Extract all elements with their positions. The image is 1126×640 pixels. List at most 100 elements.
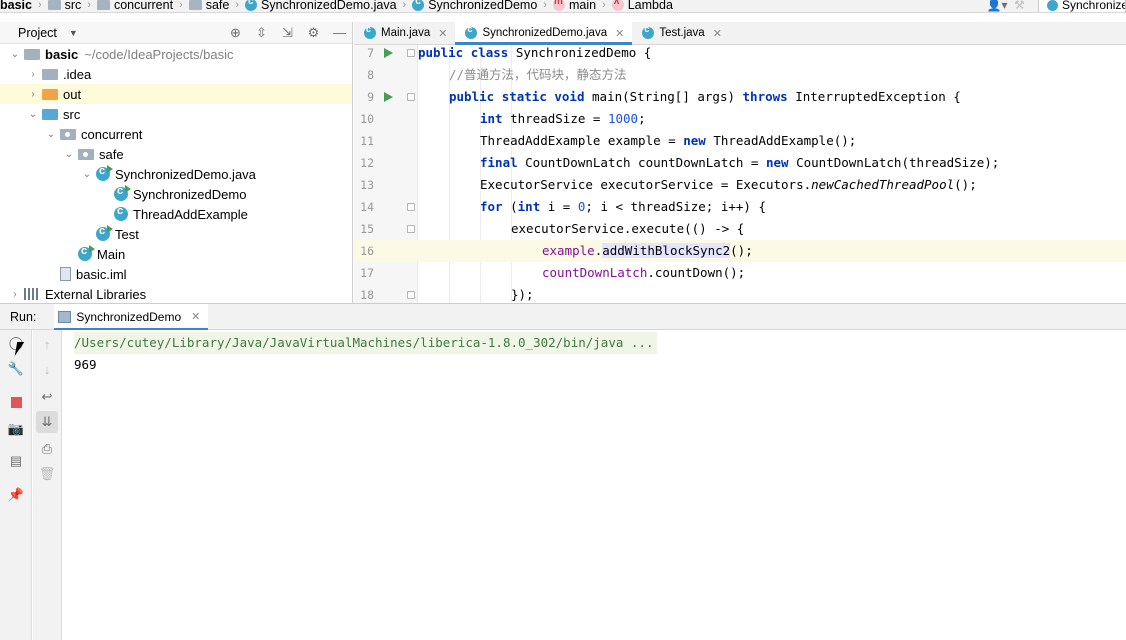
project-view-selector[interactable]: Project <box>18 26 57 40</box>
chevron-right-icon[interactable]: › <box>26 89 40 100</box>
soft-wrap-icon[interactable]: ↩ <box>36 386 58 408</box>
editor-tab-label: Main.java <box>381 27 431 39</box>
code-text: int threadSize = 1000; <box>418 108 646 130</box>
close-icon[interactable]: ✕ <box>191 310 200 323</box>
fold-marker-icon[interactable] <box>407 49 415 57</box>
breadcrumb-label: Lambda <box>627 0 673 12</box>
tree-item[interactable]: ⌄ SynchronizedDemo.java <box>0 164 352 184</box>
chevron-down-icon[interactable]: ⌄ <box>8 49 22 60</box>
code-editor[interactable]: 7 public class SynchronizedDemo {8 //普通方法，… <box>354 45 1126 303</box>
down-arrow-icon[interactable]: ↓ <box>36 359 58 381</box>
close-icon[interactable]: ✕ <box>615 27 624 40</box>
tree-item[interactable]: ⌄ src <box>0 104 352 124</box>
code-line[interactable]: 12 final CountDownLatch countDownLatch = … <box>354 152 1126 174</box>
line-number: 9 <box>367 90 374 104</box>
fold-marker-icon[interactable] <box>407 203 415 211</box>
run-configuration-selector[interactable]: SynchronizedDemo <box>1038 0 1126 12</box>
fold-marker-icon[interactable] <box>407 291 415 299</box>
code-line[interactable]: 7 public class SynchronizedDemo { <box>354 45 1126 64</box>
close-icon[interactable]: ✕ <box>713 27 722 40</box>
expand-all-icon[interactable]: ⇳ <box>253 25 270 41</box>
tree-item[interactable]: ⌄ concurrent <box>0 124 352 144</box>
tree-item[interactable]: › .idea <box>0 64 352 84</box>
trash-icon[interactable]: 🗑 <box>36 463 58 485</box>
editor-tab[interactable]: SynchronizedDemo.java ✕ <box>455 22 633 45</box>
line-number: 11 <box>360 134 374 148</box>
code-line[interactable]: 8 //普通方法，代码块，静态方法 <box>354 64 1126 86</box>
fold-marker-icon[interactable] <box>407 93 415 101</box>
code-token: new <box>765 155 797 170</box>
run-tab[interactable]: SynchronizedDemo ✕ <box>54 303 209 331</box>
build-hammer-icon[interactable]: ⚒ <box>1014 0 1032 12</box>
breadcrumb-item[interactable]: SynchronizedDemo › <box>412 0 553 12</box>
fold-marker-icon[interactable] <box>407 225 415 233</box>
code-line[interactable]: 11 ThreadAddExample example = new ThreadA… <box>354 130 1126 152</box>
scroll-to-end-icon[interactable]: ⇊ <box>36 411 58 433</box>
runnable-class-icon <box>96 165 113 181</box>
breadcrumb-item[interactable]: SynchronizedDemo.java › <box>245 0 412 12</box>
tree-item[interactable]: ⌄ basic ~/code/IdeaProjects/basic <box>0 44 352 64</box>
chevron-down-icon[interactable]: ⌄ <box>62 149 76 160</box>
code-line[interactable]: 9 public static void main(String[] args) … <box>354 86 1126 108</box>
tree-item[interactable]: SynchronizedDemo <box>0 184 352 204</box>
tree-item[interactable]: ⌄ safe <box>0 144 352 164</box>
tree-item[interactable]: Main <box>0 244 352 264</box>
line-number: 10 <box>360 112 374 126</box>
tree-item[interactable]: basic.iml <box>0 264 352 284</box>
chevron-down-icon[interactable]: ⌄ <box>26 109 40 120</box>
tree-item[interactable]: Test <box>0 224 352 244</box>
layout-icon[interactable]: ▤ <box>5 450 27 472</box>
class-icon <box>465 24 478 39</box>
stop-icon[interactable] <box>5 391 27 413</box>
code-line[interactable]: 13 ExecutorService executorService = Exec… <box>354 174 1126 196</box>
console-command-line[interactable]: /Users/cutey/Library/Java/JavaVirtualMac… <box>74 332 658 354</box>
print-icon[interactable]: ⎙ <box>36 438 58 460</box>
up-arrow-icon[interactable]: ↑ <box>36 334 58 356</box>
breadcrumb-item[interactable]: concurrent › <box>96 0 189 12</box>
code-line[interactable]: 17 countDownLatch.countDown(); <box>354 262 1126 284</box>
tree-item[interactable]: ThreadAddExample <box>0 204 352 224</box>
lambda-icon <box>611 0 624 11</box>
breadcrumb-item[interactable]: safe › <box>188 0 245 12</box>
code-line[interactable]: 14 for (int i = 0; i < threadSize; i++) { <box>354 196 1126 218</box>
project-tree: ⌄ basic ~/code/IdeaProjects/basic › .idea › ou… <box>0 44 352 303</box>
tree-item-label: SynchronizedDemo <box>133 186 247 202</box>
code-line[interactable]: 16 example.addWithBlockSync2(); <box>354 240 1126 262</box>
close-icon[interactable]: ✕ <box>438 27 447 40</box>
navigation-bar: basic›src›concurrent›safe›SynchronizedDe… <box>0 0 1126 13</box>
class-icon <box>245 0 258 11</box>
locate-target-icon[interactable]: ⊕ <box>227 25 244 41</box>
breadcrumb-label: src <box>64 0 82 12</box>
breadcrumb-item[interactable]: basic › <box>0 0 48 12</box>
wrench-icon[interactable]: 🔧 <box>5 358 27 380</box>
hide-panel-icon[interactable]: — <box>331 25 348 41</box>
run-gutter-icon[interactable] <box>384 48 393 58</box>
chevron-down-icon[interactable]: ⌄ <box>80 169 94 180</box>
run-console[interactable]: /Users/cutey/Library/Java/JavaVirtualMac… <box>62 330 1126 640</box>
code-line[interactable]: 15 executorService.execute(() -> { <box>354 218 1126 240</box>
chevron-down-icon[interactable]: ▼ <box>69 28 78 38</box>
code-line[interactable]: 18}); <box>354 284 1126 303</box>
tree-item[interactable]: › out <box>0 84 352 104</box>
gear-icon[interactable]: ⚙ <box>305 25 322 41</box>
run-gutter-icon[interactable] <box>384 92 393 102</box>
chevron-right-icon[interactable]: › <box>8 289 22 300</box>
chevron-right-icon: › <box>37 0 42 11</box>
breadcrumb-item[interactable]: main › <box>552 0 612 12</box>
tree-item[interactable]: › External Libraries <box>0 284 352 303</box>
code-text: ThreadAddExample example = new ThreadAdd… <box>418 130 856 152</box>
chevron-right-icon[interactable]: › <box>26 69 40 80</box>
editor-tab[interactable]: Main.java ✕ <box>354 22 455 44</box>
run-tab-label: SynchronizedDemo <box>76 309 182 324</box>
user-icon[interactable]: 👤▾ <box>986 0 1008 12</box>
camera-icon[interactable]: 📷 <box>5 418 27 440</box>
code-line[interactable]: 10 int threadSize = 1000; <box>354 108 1126 130</box>
pin-icon[interactable]: 📌 <box>5 484 27 506</box>
editor-tab[interactable]: Test.java ✕ <box>632 22 730 44</box>
chevron-down-icon[interactable]: ⌄ <box>44 129 58 140</box>
breadcrumb-item[interactable]: src › <box>47 0 97 12</box>
collapse-all-icon[interactable]: ⇲ <box>279 25 296 41</box>
code-token: ExecutorService executorService = Execut… <box>480 177 812 192</box>
breadcrumb-item[interactable]: Lambda <box>611 0 673 12</box>
tree-item-label: SynchronizedDemo.java <box>115 166 256 182</box>
